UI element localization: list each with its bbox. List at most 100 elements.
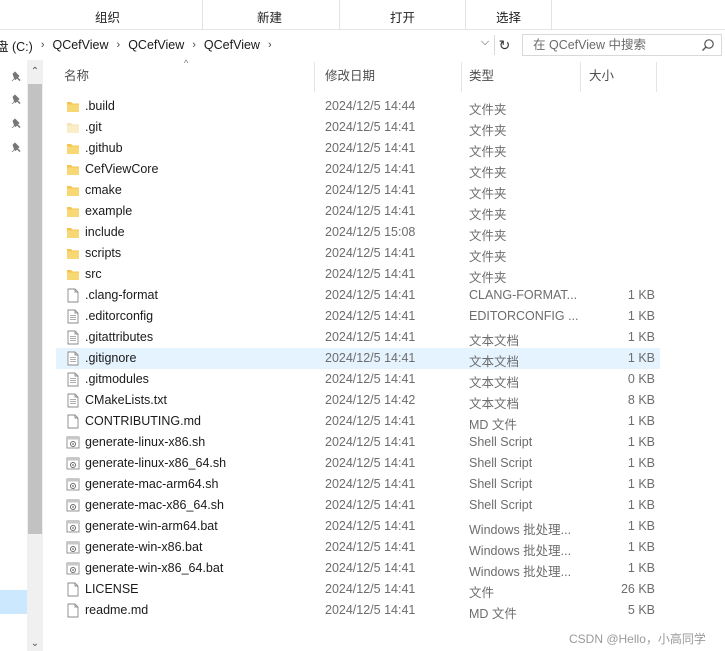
file-row[interactable]: generate-mac-x86_64.sh 2024/12/5 14:41 She…: [56, 495, 660, 516]
file-date: 2024/12/5 14:41: [325, 120, 416, 134]
file-name: CefViewCore: [85, 162, 159, 176]
file-row[interactable]: .build 2024/12/5 14:44 文件夹: [56, 96, 660, 117]
file-row[interactable]: generate-linux-x86_64.sh 2024/12/5 14:41 S…: [56, 453, 660, 474]
file-size: 1 KB: [627, 351, 655, 365]
file-date: 2024/12/5 14:41: [325, 540, 416, 554]
file-type: 文件夹: [469, 124, 507, 138]
pin-icon: [11, 94, 21, 105]
file-type: 文本文档: [469, 397, 520, 411]
file-row[interactable]: generate-win-x86.bat 2024/12/5 14:41 Windo…: [56, 537, 660, 558]
file-row[interactable]: .clang-format 2024/12/5 14:41 CLANG-FORMAT…: [56, 285, 660, 306]
file-row[interactable]: CMakeLists.txt 2024/12/5 14:42 文本文档 8 KB: [56, 390, 660, 411]
file-row[interactable]: LICENSE 2024/12/5 14:41 文件 26 KB: [56, 579, 660, 600]
file-row[interactable]: src 2024/12/5 14:41 文件夹: [56, 264, 660, 285]
file-type: Windows 批处理...: [469, 565, 572, 579]
file-type: Shell Script: [469, 477, 533, 491]
file-row[interactable]: generate-win-x86_64.bat 2024/12/5 14:41 Wi…: [56, 558, 660, 579]
refresh-icon[interactable]: ↻: [494, 35, 514, 55]
column-name[interactable]: 名称: [56, 62, 315, 92]
file-row[interactable]: .github 2024/12/5 14:41 文件夹: [56, 138, 660, 159]
file-size: 1 KB: [627, 288, 655, 302]
search-input[interactable]: [523, 35, 693, 55]
script-file-icon: [66, 435, 80, 450]
file-date: 2024/12/5 14:41: [325, 582, 416, 596]
file-name: generate-mac-arm64.sh: [85, 477, 219, 491]
file-type: 文件: [469, 586, 495, 600]
script-file-icon: [66, 561, 80, 576]
file-name: generate-win-x86.bat: [85, 540, 203, 554]
file-date: 2024/12/5 14:41: [325, 561, 416, 575]
file-row[interactable]: cmake 2024/12/5 14:41 文件夹: [56, 180, 660, 201]
file-name: cmake: [85, 183, 122, 197]
breadcrumb-chevron-icon[interactable]: ›: [262, 39, 278, 51]
file-row[interactable]: readme.md 2024/12/5 14:41 MD 文件 5 KB: [56, 600, 660, 621]
file-row[interactable]: .gitignore 2024/12/5 14:41 文本文档 1 KB: [56, 348, 660, 369]
file-row[interactable]: .gitattributes 2024/12/5 14:41 文本文档 1 KB: [56, 327, 660, 348]
breadcrumb-chevron-icon[interactable]: ›: [186, 39, 202, 51]
file-type: 文本文档: [469, 355, 520, 369]
file-row[interactable]: generate-mac-arm64.sh 2024/12/5 14:41 Shel…: [56, 474, 660, 495]
file-type: Windows 批处理...: [469, 544, 572, 558]
breadcrumb-chevron-icon[interactable]: ›: [35, 39, 51, 51]
file-icon: [66, 603, 80, 618]
file-size: 1 KB: [627, 540, 655, 554]
file-type: 文件夹: [469, 271, 507, 285]
file-row[interactable]: scripts 2024/12/5 14:41 文件夹: [56, 243, 660, 264]
file-date: 2024/12/5 14:41: [325, 414, 416, 428]
folder-icon: [66, 225, 80, 240]
breadcrumb[interactable]: 盘 (C:) › QCefView › QCefView › QCefView …: [0, 33, 494, 57]
pin-icon: [11, 142, 21, 153]
breadcrumb-drive[interactable]: 盘 (C:): [0, 36, 35, 55]
file-row[interactable]: CONTRIBUTING.md 2024/12/5 14:41 MD 文件 1 KB: [56, 411, 660, 432]
search-icon[interactable]: [701, 38, 715, 52]
file-name: .clang-format: [85, 288, 158, 302]
file-row[interactable]: .git 2024/12/5 14:41 文件夹: [56, 117, 660, 138]
file-row[interactable]: include 2024/12/5 15:08 文件夹: [56, 222, 660, 243]
file-date: 2024/12/5 14:41: [325, 351, 416, 365]
file-row[interactable]: generate-linux-x86.sh 2024/12/5 14:41 Shel…: [56, 432, 660, 453]
ribbon-label-organize: 组织: [95, 11, 121, 25]
column-header: ^ 名称 修改日期 类型 大小: [56, 58, 725, 92]
file-date: 2024/12/5 14:41: [325, 603, 416, 617]
file-type: MD 文件: [469, 607, 517, 621]
ribbon-group-select[interactable]: 选择: [466, 0, 552, 30]
file-name: .editorconfig: [85, 309, 154, 323]
breadcrumb-item-current[interactable]: QCefView: [202, 38, 262, 52]
pin-icon: [11, 118, 21, 129]
scroll-up-icon[interactable]: ⌃: [27, 66, 43, 78]
file-row[interactable]: .editorconfig 2024/12/5 14:41 EDITORCONFIG…: [56, 306, 660, 327]
file-type: 文件夹: [469, 166, 507, 180]
file-row[interactable]: generate-win-arm64.bat 2024/12/5 14:41 Win…: [56, 516, 660, 537]
file-row[interactable]: example 2024/12/5 14:41 文件夹: [56, 201, 660, 222]
breadcrumb-item[interactable]: QCefView: [50, 38, 110, 52]
file-type: 文本文档: [469, 334, 520, 348]
address-bar-row: 盘 (C:) › QCefView › QCefView › QCefView …: [0, 30, 725, 60]
file-type: 文本文档: [469, 376, 520, 390]
column-date[interactable]: 修改日期: [317, 62, 462, 92]
file-size: 0 KB: [627, 372, 655, 386]
column-size[interactable]: 大小: [581, 62, 657, 92]
folder-icon: [66, 162, 80, 177]
file-size: 1 KB: [627, 330, 655, 344]
file-icon: [66, 288, 80, 303]
ribbon-group-organize[interactable]: 组织: [0, 0, 203, 30]
text-file-icon: [66, 330, 80, 345]
column-type[interactable]: 类型: [461, 62, 581, 92]
file-row[interactable]: .gitmodules 2024/12/5 14:41 文本文档 0 KB: [56, 369, 660, 390]
ribbon-group-new[interactable]: 新建: [203, 0, 340, 30]
nav-scrollbar[interactable]: ⌃ ⌄: [27, 60, 43, 651]
ribbon-group-open[interactable]: 打开: [340, 0, 466, 30]
breadcrumb-chevron-icon[interactable]: ›: [111, 39, 127, 51]
chevron-down-icon[interactable]: ⌵: [478, 36, 492, 52]
search-box[interactable]: [522, 34, 722, 56]
file-row[interactable]: CefViewCore 2024/12/5 14:41 文件夹: [56, 159, 660, 180]
scroll-thumb[interactable]: [28, 84, 42, 534]
scroll-down-icon[interactable]: ⌄: [27, 638, 43, 650]
file-name: src: [85, 267, 102, 281]
folder-icon: [66, 99, 80, 114]
file-icon: [66, 582, 80, 597]
script-file-icon: [66, 477, 80, 492]
nav-selected-item[interactable]: [0, 590, 27, 614]
breadcrumb-item[interactable]: QCefView: [126, 38, 186, 52]
file-date: 2024/12/5 14:41: [325, 267, 416, 281]
